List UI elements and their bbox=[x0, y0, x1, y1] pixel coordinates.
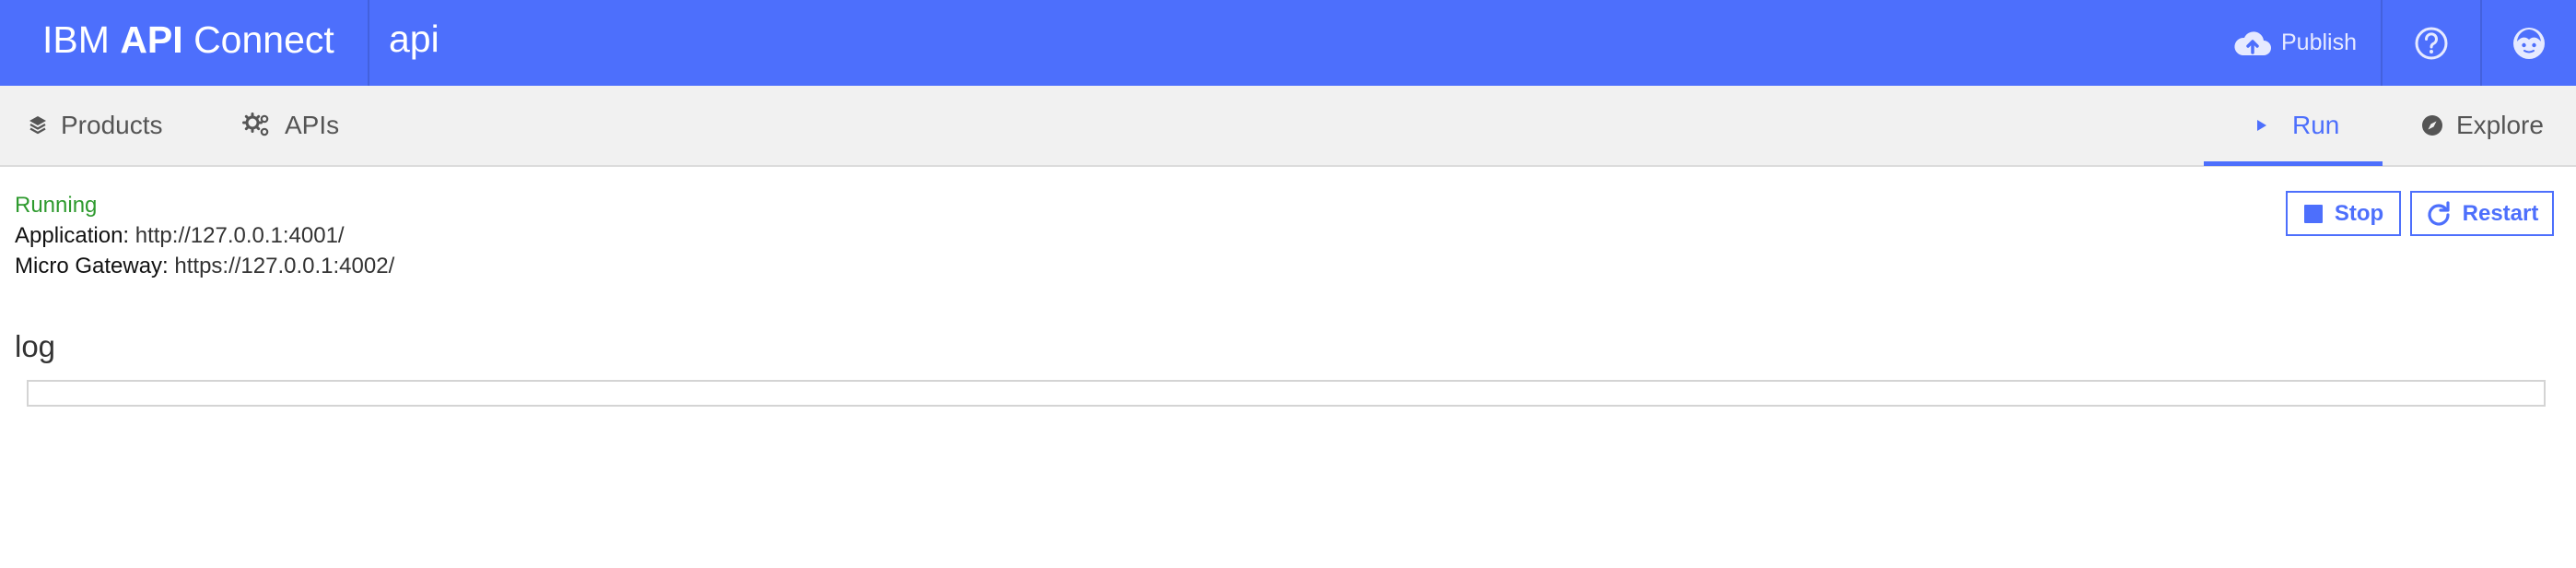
log-output[interactable] bbox=[27, 380, 2546, 407]
brand-prefix: IBM bbox=[42, 18, 110, 61]
help-button[interactable] bbox=[2383, 0, 2480, 86]
tab-explore[interactable]: Explore bbox=[2421, 86, 2544, 165]
brand-logo: IBM API Connect bbox=[42, 0, 334, 86]
layers-icon bbox=[28, 114, 48, 136]
stop-icon bbox=[2303, 204, 2324, 224]
tab-explore-label: Explore bbox=[2456, 111, 2544, 139]
brand-suffix: Connect bbox=[193, 18, 334, 61]
gateway-label: Micro Gateway: bbox=[15, 254, 169, 278]
user-avatar-icon bbox=[2512, 26, 2547, 61]
active-tab-indicator bbox=[2204, 161, 2383, 166]
main-nav: Products APIs Run Explore bbox=[0, 86, 2576, 167]
nav-apis-label: APIs bbox=[285, 111, 340, 139]
log-heading: log bbox=[15, 329, 56, 363]
nav-products[interactable]: Products bbox=[28, 86, 163, 165]
stop-button[interactable]: Stop bbox=[2286, 191, 2401, 236]
app-header: IBM API Connect api Publish bbox=[0, 0, 2576, 86]
application-url[interactable]: http://127.0.0.1:4001/ bbox=[135, 223, 345, 248]
gears-icon bbox=[242, 112, 272, 138]
gateway-info: Micro Gateway: https://127.0.0.1:4002/ bbox=[15, 254, 394, 279]
cloud-upload-icon bbox=[2233, 30, 2272, 57]
gateway-url[interactable]: https://127.0.0.1:4002/ bbox=[174, 254, 394, 278]
brand-strong: API bbox=[120, 18, 183, 61]
nav-apis[interactable]: APIs bbox=[242, 86, 339, 165]
nav-products-label: Products bbox=[61, 111, 163, 139]
application-label: Application: bbox=[15, 223, 130, 248]
publish-button[interactable]: Publish bbox=[2233, 0, 2381, 86]
restart-icon bbox=[2426, 200, 2452, 227]
restart-label: Restart bbox=[2462, 200, 2539, 226]
publish-label: Publish bbox=[2281, 30, 2357, 55]
tab-run-label: Run bbox=[2292, 111, 2340, 139]
help-icon bbox=[2414, 26, 2449, 61]
application-info: Application: http://127.0.0.1:4001/ bbox=[15, 223, 345, 249]
compass-icon bbox=[2421, 114, 2443, 136]
app-name: api bbox=[389, 18, 439, 60]
stop-label: Stop bbox=[2334, 200, 2384, 226]
restart-button[interactable]: Restart bbox=[2410, 191, 2554, 236]
play-icon bbox=[2255, 118, 2268, 133]
user-menu-button[interactable] bbox=[2482, 0, 2576, 86]
run-status: Running bbox=[15, 193, 98, 218]
tab-run[interactable]: Run bbox=[2255, 86, 2339, 165]
header-divider bbox=[368, 0, 369, 86]
